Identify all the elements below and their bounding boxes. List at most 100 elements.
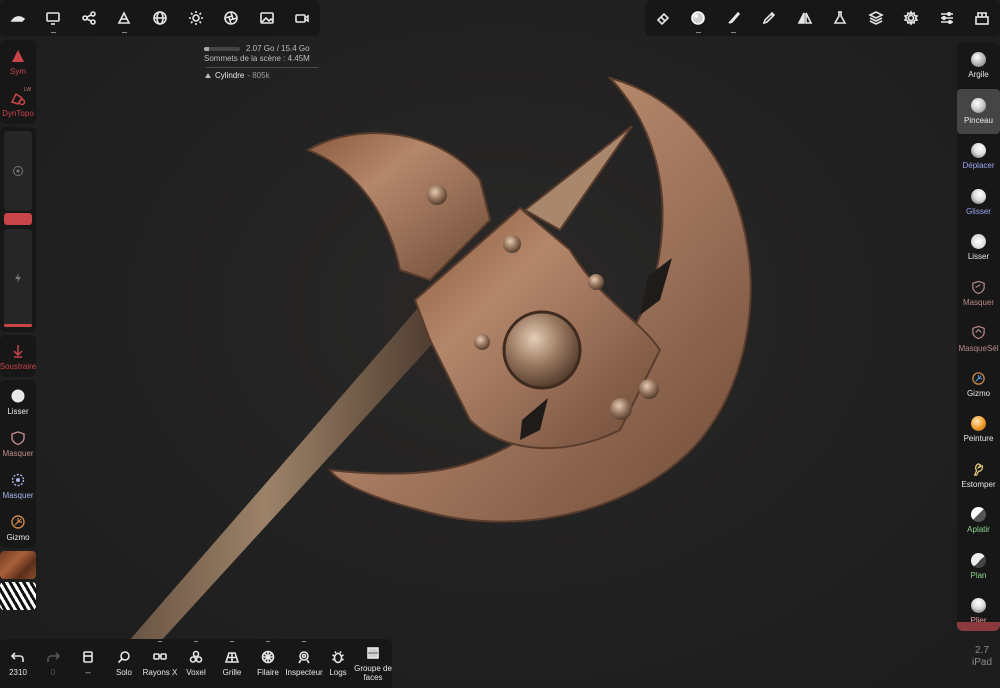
left-tool-mask-alt[interactable]: Masquer xyxy=(0,464,36,506)
aperture-icon[interactable] xyxy=(213,0,249,36)
voxel-label: Voxel xyxy=(186,668,206,677)
left-panel: LW Sym DynTopo Soustraire Lisser Masquer xyxy=(0,40,36,613)
tool-label: Masquer xyxy=(962,298,995,308)
tool-flatten[interactable]: Aplatir xyxy=(957,498,1000,544)
solo-button[interactable]: Solo xyxy=(106,639,142,688)
inspector-label: Inspecteur xyxy=(285,668,323,677)
axe-model[interactable] xyxy=(0,0,1000,688)
wireframe-button[interactable]: Filaire xyxy=(250,639,286,688)
history-icon xyxy=(83,651,93,663)
inspector-icon xyxy=(298,651,310,664)
smudge-icon xyxy=(971,461,987,477)
tool-smudge[interactable]: Estomper xyxy=(957,453,1000,499)
undo-button[interactable]: 2310 xyxy=(0,639,36,688)
sliders-icon[interactable] xyxy=(929,0,965,36)
redo-icon xyxy=(47,652,60,662)
left-tool-label: Masquer xyxy=(2,490,34,500)
radius-slider-knob[interactable] xyxy=(4,213,32,225)
grid-button[interactable]: Grille xyxy=(214,639,250,688)
memory-bar-fill xyxy=(204,47,209,51)
tool-label: MasqueSél xyxy=(958,343,999,353)
tool-move[interactable]: Déplacer xyxy=(957,134,1000,180)
inspector-button[interactable]: Inspecteur xyxy=(285,639,323,688)
material-ball-icon[interactable] xyxy=(681,0,717,36)
tool-select-mask[interactable]: MasqueSél xyxy=(957,316,1000,362)
smooth-ball-icon xyxy=(971,234,986,250)
active-mesh[interactable]: Cylindre - 805k xyxy=(204,71,318,81)
brush-sliders[interactable] xyxy=(0,127,36,332)
radius-icon xyxy=(13,166,23,176)
tool-brush[interactable]: Pinceau xyxy=(957,88,1000,134)
tool-smooth[interactable]: Lisser xyxy=(957,225,1000,271)
tool-clay[interactable]: Argile xyxy=(957,43,1000,89)
mesh-icon xyxy=(205,73,211,78)
flask-icon[interactable] xyxy=(823,0,859,36)
gizmo-icon xyxy=(971,370,987,386)
intensity-slider-fill xyxy=(4,324,32,327)
app-version: 2.7 iPad xyxy=(966,645,998,669)
eraser-icon[interactable] xyxy=(645,0,681,36)
left-tool-smooth[interactable]: Lisser xyxy=(0,380,36,422)
tool-mask[interactable]: Masquer xyxy=(957,271,1000,317)
redo-button[interactable]: 0 xyxy=(36,639,70,688)
left-tool-gizmo[interactable]: Gizmo xyxy=(0,506,36,548)
intensity-icon xyxy=(15,273,21,283)
pen-icon[interactable] xyxy=(752,0,788,36)
logs-button[interactable]: Logs xyxy=(322,639,354,688)
mesh-name: Cylindre xyxy=(215,71,245,80)
xray-indicator xyxy=(158,641,162,642)
bug-icon xyxy=(332,651,344,664)
left-tool-mask[interactable]: Masquer xyxy=(0,422,36,464)
camera-icon[interactable] xyxy=(285,0,321,36)
tool-label: Lisser xyxy=(967,252,990,262)
tool-drag[interactable]: Glisser xyxy=(957,180,1000,226)
symmetry-button[interactable]: Sym xyxy=(0,40,36,82)
undo-count: 2310 xyxy=(9,668,27,677)
glasses-icon xyxy=(153,653,167,660)
share-icon[interactable] xyxy=(71,0,107,36)
right-tool-panel: Argile Pinceau Déplacer Glisser Lisser M… xyxy=(957,43,1000,631)
memory-bar xyxy=(204,47,240,51)
tool-gizmo[interactable]: Gizmo xyxy=(957,362,1000,408)
brush-icon[interactable] xyxy=(716,0,752,36)
search-icon xyxy=(117,651,130,664)
settings-icon[interactable] xyxy=(894,0,930,36)
mask-icon xyxy=(971,279,987,295)
tool-plane[interactable]: Plan xyxy=(957,544,1000,590)
3d-viewport[interactable] xyxy=(0,0,1000,688)
sculpt-icon[interactable] xyxy=(0,0,36,36)
layers-icon[interactable] xyxy=(858,0,894,36)
tool-label: Déplacer xyxy=(962,161,995,171)
material-swatch-zebra[interactable] xyxy=(0,582,36,610)
tool-label: Plan xyxy=(970,570,987,580)
grid-label: Grille xyxy=(222,668,242,677)
symmetry-icon xyxy=(9,47,27,65)
voxel-indicator xyxy=(194,641,198,642)
shape-icon[interactable] xyxy=(107,0,143,36)
memory-usage: 2.07 Go / 15.4 Go xyxy=(246,44,310,53)
dyntopo-label: DynTopo xyxy=(2,108,34,118)
material-swatch-wood[interactable] xyxy=(0,551,36,579)
history-button[interactable]: -- xyxy=(70,639,106,688)
flatten-icon xyxy=(971,507,986,523)
move-icon xyxy=(971,143,986,159)
drag-icon xyxy=(971,188,986,204)
subtract-button[interactable]: Soustraire xyxy=(0,335,36,377)
voxel-button[interactable]: Voxel xyxy=(178,639,214,688)
mirror-icon[interactable] xyxy=(787,0,823,36)
scene-icon[interactable] xyxy=(965,0,1000,36)
monitor-icon[interactable] xyxy=(36,0,72,36)
sun-icon[interactable] xyxy=(178,0,214,36)
xray-button[interactable]: Rayons X xyxy=(142,639,178,688)
tool-label: Pinceau xyxy=(964,115,993,125)
mesh-count: - 805k xyxy=(247,71,270,80)
stats-divider xyxy=(206,67,318,68)
axe-top-spike xyxy=(523,125,633,232)
facegroups-button[interactable]: Groupe de faces xyxy=(354,639,392,688)
left-tool-label: Gizmo xyxy=(6,532,30,542)
history-label: -- xyxy=(85,668,91,677)
sphere-grid-icon[interactable] xyxy=(142,0,178,36)
select-mask-icon xyxy=(971,325,987,341)
tool-paint[interactable]: Peinture xyxy=(957,407,1000,453)
image-icon[interactable] xyxy=(249,0,285,36)
